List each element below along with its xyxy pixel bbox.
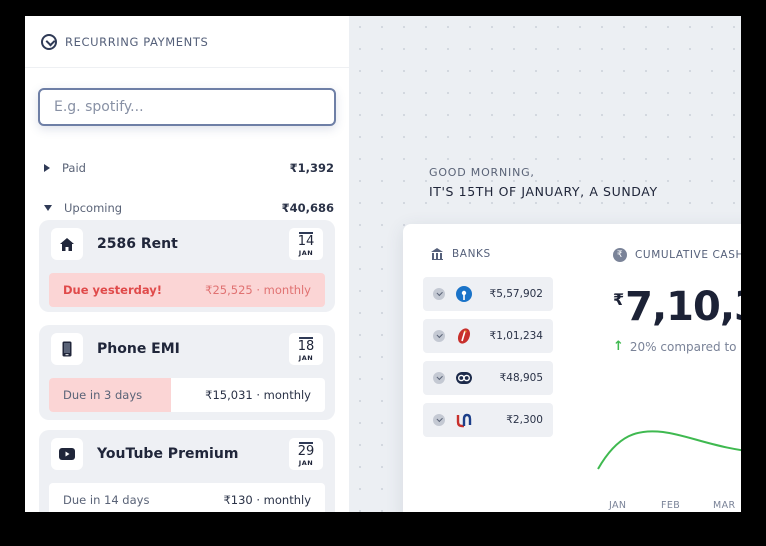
due-label: Due in 14 days bbox=[63, 493, 150, 507]
bank-row-sbi[interactable]: ₹5,57,902 bbox=[423, 277, 553, 311]
rupee-icon: ₹ bbox=[613, 248, 627, 262]
due-label: Due yesterday! bbox=[63, 283, 163, 297]
panel-title: RECURRING PAYMENTS bbox=[65, 34, 209, 49]
due-label: Due in 3 days bbox=[49, 378, 171, 412]
recurring-payments-panel: RECURRING PAYMENTS Paid ₹1,392 Upcoming … bbox=[25, 16, 349, 512]
due-status-bar: Due yesterday! ₹25,525 · monthly bbox=[49, 273, 325, 307]
date-day: 29 bbox=[297, 443, 315, 459]
payment-card-rent[interactable]: 2586 Rent 14 JAN Due yesterday! ₹25,525 … bbox=[39, 220, 335, 312]
month-label: FEB bbox=[661, 500, 681, 511]
paid-toggle[interactable]: Paid ₹1,392 bbox=[44, 158, 334, 178]
payment-name: Phone EMI bbox=[97, 341, 180, 357]
app-window: RECURRING PAYMENTS Paid ₹1,392 Upcoming … bbox=[25, 16, 741, 512]
due-amount: ₹25,525 · monthly bbox=[205, 283, 311, 297]
home-icon bbox=[51, 228, 83, 260]
bank-balance: ₹5,57,902 bbox=[489, 288, 543, 300]
comparison-text: 20% compared to bbox=[629, 339, 737, 354]
upcoming-amount: ₹40,686 bbox=[281, 201, 334, 215]
payment-name: YouTube Premium bbox=[97, 446, 239, 462]
banks-header: BANKS bbox=[431, 248, 491, 260]
bank-balance: ₹2,300 bbox=[506, 414, 543, 426]
union-logo-icon bbox=[455, 411, 473, 429]
currency-symbol: ₹ bbox=[613, 290, 624, 309]
month-label: JAN bbox=[609, 500, 627, 511]
bank-icon bbox=[431, 248, 444, 260]
payment-name: 2586 Rent bbox=[97, 236, 178, 252]
date-month: JAN bbox=[298, 248, 314, 257]
cumulative-amount: 7,10,34 bbox=[625, 284, 741, 330]
arrow-up-icon: ↑ bbox=[613, 339, 624, 354]
clock-icon bbox=[41, 33, 57, 50]
caret-down-icon bbox=[44, 205, 52, 211]
bank-row-hdfc[interactable]: ₹48,905 bbox=[423, 361, 553, 395]
phone-icon bbox=[51, 333, 83, 365]
payment-card-phone-emi[interactable]: Phone EMI 18 JAN Due in 3 days ₹15,031 ·… bbox=[39, 325, 335, 420]
bank-balance: ₹1,01,234 bbox=[489, 330, 543, 342]
payment-card-youtube-premium[interactable]: YouTube Premium 29 JAN Due in 14 days ₹1… bbox=[39, 430, 335, 512]
bank-row-union[interactable]: ₹2,300 bbox=[423, 403, 553, 437]
check-icon[interactable] bbox=[433, 288, 445, 300]
due-amount: ₹130 · monthly bbox=[223, 493, 311, 507]
cumulative-value: ₹7,10,34 bbox=[613, 284, 741, 330]
due-status-bar: Due in 3 days ₹15,031 · monthly bbox=[49, 378, 325, 412]
cumulative-title: CUMULATIVE CASH bbox=[635, 249, 741, 261]
check-icon[interactable] bbox=[433, 414, 445, 426]
caret-right-icon bbox=[44, 164, 50, 172]
date-greeting: IT'S 15TH OF JANUARY, A SUNDAY bbox=[429, 184, 658, 199]
upcoming-toggle[interactable]: Upcoming ₹40,686 bbox=[44, 198, 334, 218]
due-amount: ₹15,031 · monthly bbox=[205, 388, 311, 402]
paid-label: Paid bbox=[62, 161, 86, 175]
month-label: MAR bbox=[713, 500, 736, 511]
date-day: 18 bbox=[297, 338, 315, 354]
date-month: JAN bbox=[298, 353, 314, 362]
search-box[interactable] bbox=[38, 88, 336, 126]
comparison: ↑ 20% compared to bbox=[613, 339, 737, 354]
bank-row-icici[interactable]: ₹1,01,234 bbox=[423, 319, 553, 353]
date-month: JAN bbox=[298, 458, 314, 467]
youtube-icon bbox=[51, 438, 83, 470]
date-day: 14 bbox=[297, 233, 315, 249]
greeting: GOOD MORNING, bbox=[429, 166, 535, 179]
cash-trend-line bbox=[597, 430, 741, 470]
icici-logo-icon bbox=[455, 327, 473, 345]
upcoming-label: Upcoming bbox=[64, 201, 123, 215]
panel-header: RECURRING PAYMENTS bbox=[25, 16, 349, 68]
search-input[interactable] bbox=[40, 90, 334, 124]
check-icon[interactable] bbox=[433, 330, 445, 342]
calendar-date: 29 JAN bbox=[289, 438, 323, 470]
hdfc-logo-icon bbox=[455, 369, 473, 387]
paid-amount: ₹1,392 bbox=[289, 161, 334, 175]
sbi-logo-icon bbox=[455, 285, 473, 303]
dashboard-card: BANKS ₹5,57,902 ₹1,01,234 ₹48,905 ₹2,300… bbox=[403, 224, 741, 512]
bank-balance: ₹48,905 bbox=[499, 372, 543, 384]
check-icon[interactable] bbox=[433, 372, 445, 384]
cumulative-cash-header: ₹ CUMULATIVE CASH bbox=[613, 248, 741, 262]
calendar-date: 14 JAN bbox=[289, 228, 323, 260]
due-status-bar: Due in 14 days ₹130 · monthly bbox=[49, 483, 325, 512]
banks-title: BANKS bbox=[452, 248, 491, 260]
calendar-date: 18 JAN bbox=[289, 333, 323, 365]
